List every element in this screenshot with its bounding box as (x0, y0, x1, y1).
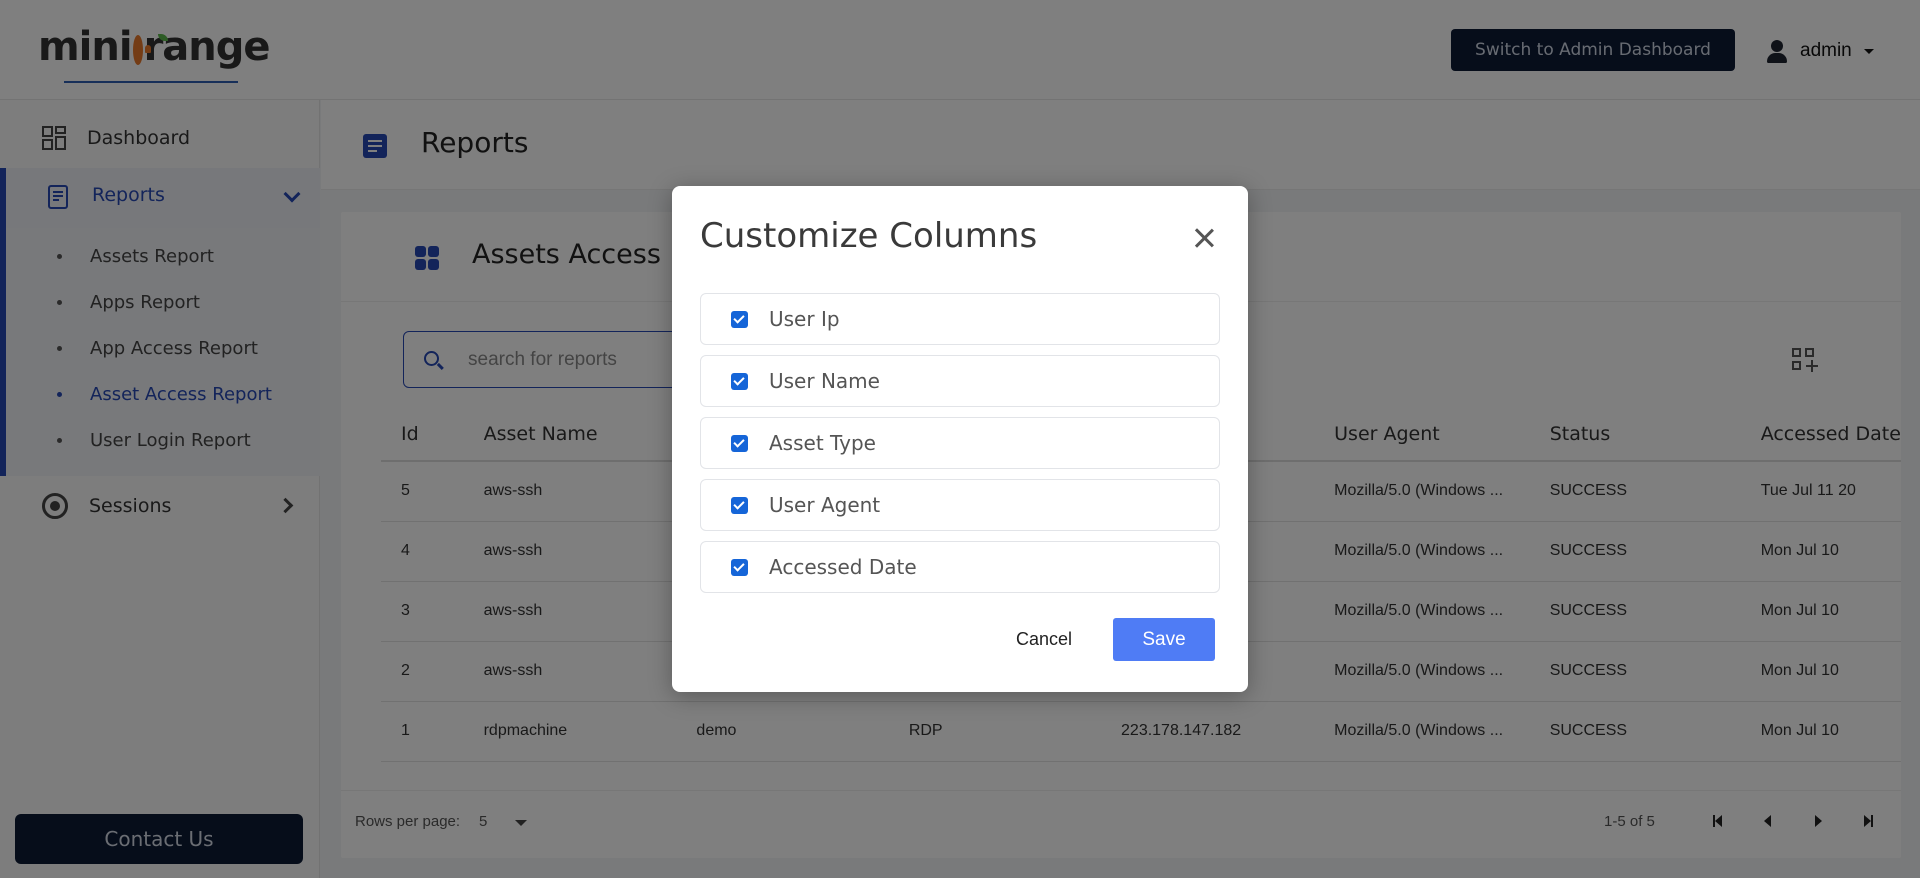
column-option-label: User Ip (769, 307, 840, 331)
column-option-accessed-date[interactable]: Accessed Date (700, 541, 1220, 593)
column-option-user-ip[interactable]: User Ip (700, 293, 1220, 345)
column-option-asset-type[interactable]: Asset Type (700, 417, 1220, 469)
modal-title: Customize Columns (700, 216, 1038, 256)
close-icon[interactable] (1192, 226, 1216, 250)
checkbox-checked[interactable] (731, 311, 748, 328)
checkbox-checked[interactable] (731, 373, 748, 390)
column-option-label: Accessed Date (769, 555, 917, 579)
customize-columns-modal: Customize Columns User Ip User Name Asse… (672, 186, 1248, 692)
checkbox-checked[interactable] (731, 435, 748, 452)
checkbox-checked[interactable] (731, 559, 748, 576)
column-option-user-agent[interactable]: User Agent (700, 479, 1220, 531)
column-option-label: User Name (769, 369, 880, 393)
column-option-label: User Agent (769, 493, 881, 517)
save-button[interactable]: Save (1113, 618, 1215, 661)
cancel-button[interactable]: Cancel (994, 618, 1094, 660)
checkbox-checked[interactable] (731, 497, 748, 514)
column-option-user-name[interactable]: User Name (700, 355, 1220, 407)
column-option-label: Asset Type (769, 431, 876, 455)
